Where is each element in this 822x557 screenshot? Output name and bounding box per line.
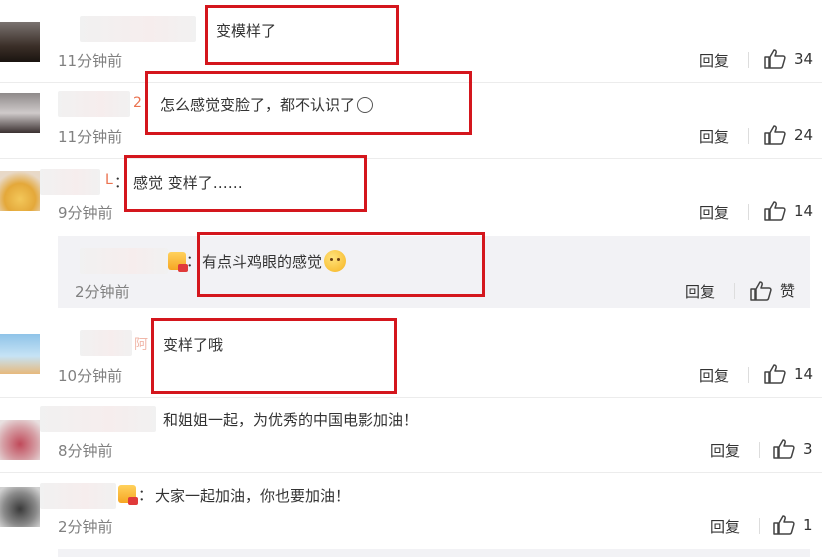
- reply-button[interactable]: 回复: [699, 202, 729, 223]
- username-blurred[interactable]: [80, 330, 132, 356]
- comment-time: 8分钟前: [58, 442, 113, 460]
- reply-button[interactable]: 回复: [710, 516, 740, 537]
- highlight-box: [151, 318, 397, 394]
- avatar[interactable]: [0, 22, 40, 62]
- thumbs-up-icon: [773, 439, 795, 459]
- comment-time: 11分钟前: [58, 52, 123, 70]
- like-count: 1: [803, 516, 813, 534]
- avatar[interactable]: [0, 420, 40, 460]
- comment-feed: 变模样了 11分钟前 回复 34 2 ： 怎么感觉变脸了，都不认识了 11分钟前…: [0, 0, 822, 557]
- username-blurred[interactable]: [40, 169, 100, 195]
- thumbs-up-icon: [773, 515, 795, 535]
- reply-button[interactable]: 回复: [710, 440, 740, 461]
- comment-item: 变模样了 11分钟前 回复 34: [0, 0, 822, 82]
- separator: [748, 128, 749, 144]
- like-button[interactable]: 3: [773, 439, 813, 459]
- comment-time: 9分钟前: [58, 204, 113, 222]
- like-button[interactable]: 14: [764, 201, 813, 221]
- colon: ：: [138, 486, 154, 504]
- like-label: 赞: [780, 282, 796, 300]
- reply-button[interactable]: 回复: [685, 281, 715, 302]
- username-tail[interactable]: 阿: [134, 334, 148, 354]
- next-sub-reply-block: [58, 549, 810, 557]
- comment-text: 大家一起加油，你也要加油！: [155, 487, 351, 505]
- like-button[interactable]: 24: [764, 125, 813, 145]
- like-button[interactable]: 34: [764, 49, 813, 69]
- thumbs-up-icon: [750, 280, 772, 301]
- comment-item: ： 大家一起加油，你也要加油！ 2分钟前 回复 1: [0, 473, 822, 549]
- like-count: 3: [803, 440, 813, 458]
- username-blurred[interactable]: [80, 248, 168, 274]
- separator: [748, 52, 749, 68]
- highlight-box: [205, 5, 399, 65]
- like-button[interactable]: 赞: [750, 280, 795, 301]
- avatar[interactable]: [0, 93, 40, 133]
- like-button[interactable]: 14: [764, 364, 813, 384]
- avatar[interactable]: [0, 334, 40, 374]
- highlight-box: [145, 71, 472, 135]
- highlight-box: [197, 232, 485, 297]
- thumbs-up-icon: [764, 49, 786, 69]
- separator: [748, 204, 749, 220]
- comment-item: 和姐姐一起，为优秀的中国电影加油！ 8分钟前 回复 3: [0, 398, 822, 472]
- thumbs-up-icon: [764, 125, 786, 145]
- comment-time: 2分钟前: [58, 518, 113, 536]
- avatar[interactable]: [0, 487, 40, 527]
- reply-button[interactable]: 回复: [699, 365, 729, 386]
- username-blurred[interactable]: [40, 483, 116, 509]
- username-blurred[interactable]: [40, 406, 156, 432]
- member-badge-icon: [168, 252, 188, 272]
- sub-reply-time: 2分钟前: [75, 283, 130, 301]
- separator: [759, 442, 760, 458]
- thumbs-up-icon: [764, 201, 786, 221]
- reply-button[interactable]: 回复: [699, 50, 729, 71]
- separator: [759, 518, 760, 534]
- separator: [748, 367, 749, 383]
- reply-button[interactable]: 回复: [699, 126, 729, 147]
- comment-time: 10分钟前: [58, 367, 123, 385]
- like-button[interactable]: 1: [773, 515, 813, 535]
- username-blurred[interactable]: [58, 91, 130, 117]
- username-tail[interactable]: L: [105, 172, 113, 188]
- comment-time: 11分钟前: [58, 128, 123, 146]
- like-count: 34: [794, 50, 814, 68]
- like-count: 14: [794, 202, 814, 220]
- avatar[interactable]: [0, 171, 40, 211]
- thumbs-up-icon: [764, 364, 786, 384]
- username-blurred[interactable]: [80, 16, 196, 42]
- highlight-box: [124, 155, 367, 212]
- username-tail[interactable]: 2: [133, 95, 142, 111]
- comment-item: 阿 变样了哦 10分钟前 回复 14: [0, 312, 822, 398]
- like-count: 24: [794, 126, 814, 144]
- separator: [734, 283, 735, 299]
- comment-text: 和姐姐一起，为优秀的中国电影加油！: [163, 411, 419, 429]
- member-badge-icon: [118, 485, 138, 505]
- like-count: 14: [794, 365, 814, 383]
